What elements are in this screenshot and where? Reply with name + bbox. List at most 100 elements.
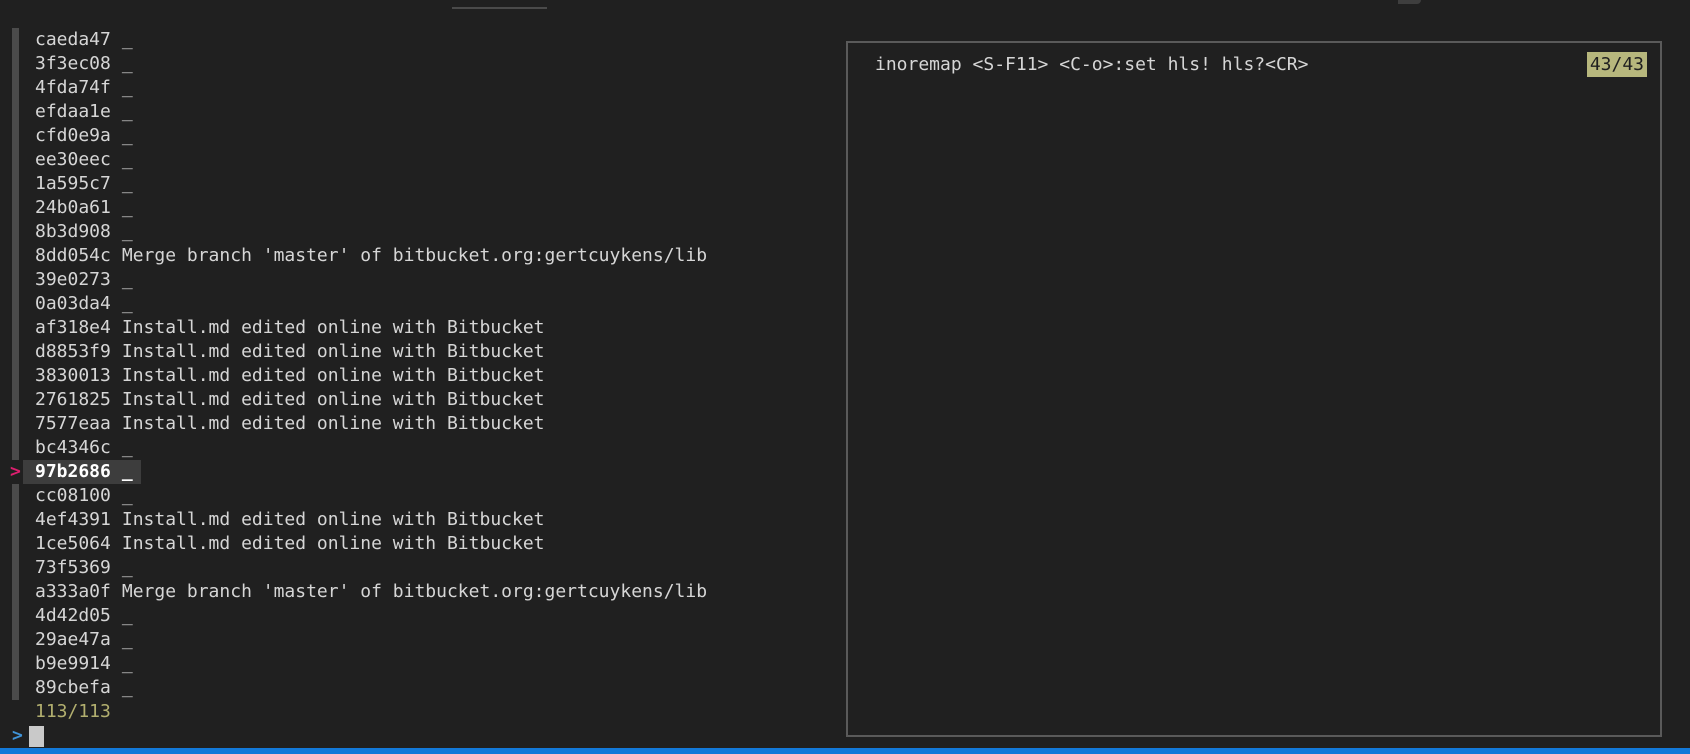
row-pointer-gutter	[0, 580, 23, 604]
commit-message: Merge branch 'master' of bitbucket.org:g…	[121, 581, 708, 602]
row-pointer-gutter	[0, 532, 23, 556]
window-corner-fragment	[1398, 0, 1421, 4]
commit-message: _	[121, 557, 133, 578]
commit-message: _	[121, 437, 133, 458]
commit-row[interactable]: 3830013 Install.md edited online with Bit…	[0, 364, 845, 388]
row-text: b9e9914 _	[23, 652, 133, 676]
commit-row[interactable]: 3f3ec08 _	[0, 52, 845, 76]
row-pointer-gutter: >	[10, 461, 21, 482]
commit-hash: 29ae47a	[35, 629, 111, 650]
commit-row[interactable]: bc4346c _	[0, 436, 845, 460]
row-pointer-gutter	[0, 268, 23, 292]
commit-row[interactable]: 4ef4391 Install.md edited online with Bit…	[0, 508, 845, 532]
commit-message: _	[121, 293, 133, 314]
commit-message: _	[121, 77, 133, 98]
commit-hash: 4d42d05	[35, 605, 111, 626]
row-text: efdaa1e _	[23, 100, 133, 124]
commit-row[interactable]: 24b0a61 _	[0, 196, 845, 220]
row-pointer-gutter	[0, 316, 23, 340]
commit-row[interactable]: 2761825 Install.md edited online with Bit…	[0, 388, 845, 412]
commit-message: _	[121, 125, 133, 146]
row-text: a333a0f Merge branch 'master' of bitbucke…	[23, 580, 707, 604]
commit-row[interactable]: af318e4 Install.md edited online with Bit…	[0, 316, 845, 340]
commit-row[interactable]: efdaa1e _	[0, 100, 845, 124]
row-pointer-gutter	[0, 196, 23, 220]
commit-hash: 0a03da4	[35, 293, 111, 314]
commit-message: _	[121, 677, 133, 698]
row-text: 39e0273 _	[23, 268, 133, 292]
commit-message: _	[121, 29, 133, 50]
commit-row[interactable]: a333a0f Merge branch 'master' of bitbucke…	[0, 580, 845, 604]
commit-row[interactable]: cfd0e9a _	[0, 124, 845, 148]
row-pointer-gutter	[0, 604, 23, 628]
commit-hash: 24b0a61	[35, 197, 111, 218]
commit-hash: d8853f9	[35, 341, 111, 362]
commit-row[interactable]: caeda47 _	[0, 28, 845, 52]
row-text: cfd0e9a _	[23, 124, 133, 148]
commit-hash: af318e4	[35, 317, 111, 338]
commit-row[interactable]: 73f5369 _	[0, 556, 845, 580]
commit-row[interactable]: cc08100 _	[0, 484, 845, 508]
commit-row[interactable]: 4d42d05 _	[0, 604, 845, 628]
search-prompt[interactable]: >	[0, 724, 845, 748]
row-pointer-gutter	[0, 292, 23, 316]
commit-message: _	[121, 461, 133, 482]
commit-hash: cc08100	[35, 485, 111, 506]
row-text: 24b0a61 _	[23, 196, 133, 220]
row-pointer-gutter	[0, 508, 23, 532]
fzf-terminal: caeda47 _ 3f3ec08 _ 4fda74f _ efdaa1e _ cfd0…	[0, 0, 1690, 754]
row-text: 29ae47a _	[23, 628, 133, 652]
row-pointer-gutter	[0, 676, 23, 700]
preview-line: inoremap <S-F11> <C-o>:set hls! hls?<CR>…	[848, 43, 1660, 77]
commit-row[interactable]: 4fda74f _	[0, 76, 845, 100]
row-pointer-gutter	[0, 484, 23, 508]
commit-hash: 4fda74f	[35, 77, 111, 98]
commit-row[interactable]: 8dd054c Merge branch 'master' of bitbucke…	[0, 244, 845, 268]
commit-hash: 89cbefa	[35, 677, 111, 698]
commit-row[interactable]: 7577eaa Install.md edited online with Bit…	[0, 412, 845, 436]
row-pointer-gutter	[0, 244, 23, 268]
commit-hash: 1a595c7	[35, 173, 111, 194]
commit-row[interactable]: 8b3d908 _	[0, 220, 845, 244]
row-pointer-gutter	[0, 76, 23, 100]
commit-row[interactable]: ee30eec _	[0, 148, 845, 172]
status-bar	[0, 748, 1690, 754]
commit-row[interactable]: 39e0273 _	[0, 268, 845, 292]
commit-message: Install.md edited online with Bitbucket	[121, 365, 545, 386]
commit-hash: 7577eaa	[35, 413, 111, 434]
commit-row[interactable]: 0a03da4 _	[0, 292, 845, 316]
commit-hash: 8dd054c	[35, 245, 111, 266]
row-text: 3f3ec08 _	[23, 52, 133, 76]
row-text: 8b3d908 _	[23, 220, 133, 244]
commit-row[interactable]: 29ae47a _	[0, 628, 845, 652]
commit-message: _	[121, 221, 133, 242]
preview-content: inoremap <S-F11> <C-o>:set hls! hls?<CR>	[875, 54, 1309, 75]
row-pointer-gutter	[0, 28, 23, 52]
commit-row[interactable]: 1ce5064 Install.md edited online with Bit…	[0, 532, 845, 556]
preview-match-counter: 43/43	[1586, 52, 1647, 77]
commit-row[interactable]: 89cbefa _	[0, 676, 845, 700]
commit-hash: ee30eec	[35, 149, 111, 170]
row-pointer-gutter	[0, 52, 23, 76]
match-counter: 113/113	[35, 701, 111, 722]
row-pointer-gutter	[0, 100, 23, 124]
commit-hash: bc4346c	[35, 437, 111, 458]
commit-hash: 73f5369	[35, 557, 111, 578]
commit-row[interactable]: > 97b2686 _	[0, 460, 845, 484]
cursor-block	[28, 725, 44, 747]
row-text: af318e4 Install.md edited online with Bit…	[23, 316, 545, 340]
row-text: 8dd054c Merge branch 'master' of bitbucke…	[23, 244, 707, 268]
commit-row[interactable]: d8853f9 Install.md edited online with Bit…	[0, 340, 845, 364]
commit-message: _	[121, 149, 133, 170]
row-text: bc4346c _	[23, 436, 133, 460]
row-text: 89cbefa _	[23, 676, 133, 700]
commit-hash: a333a0f	[35, 581, 111, 602]
row-text: 73f5369 _	[23, 556, 133, 580]
pane-divider-line	[452, 7, 547, 9]
commit-row[interactable]: b9e9914 _	[0, 652, 845, 676]
commit-hash: 97b2686	[35, 461, 111, 482]
commit-hash: 4ef4391	[35, 509, 111, 530]
commit-message: _	[121, 101, 133, 122]
commit-row[interactable]: 1a595c7 _	[0, 172, 845, 196]
commit-hash: 3830013	[35, 365, 111, 386]
